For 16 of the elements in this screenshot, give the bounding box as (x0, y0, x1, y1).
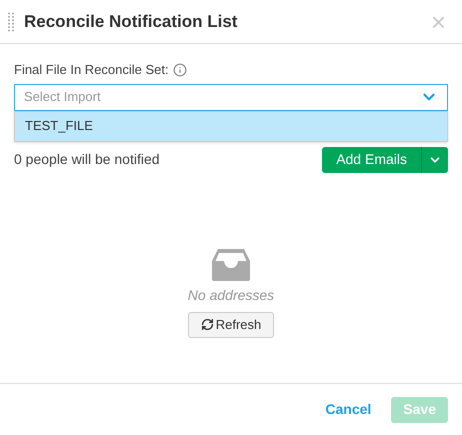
dialog-title: Reconcile Notification List (24, 10, 238, 33)
empty-message: No addresses (188, 286, 274, 304)
import-select[interactable]: Select Import (14, 84, 448, 110)
field-label: Final File In Reconcile Set: (14, 61, 169, 79)
refresh-icon (200, 318, 214, 331)
inbox-icon (212, 248, 250, 280)
select-placeholder: Select Import (24, 88, 101, 106)
add-emails-button[interactable]: Add Emails (322, 146, 421, 172)
drag-handle-icon[interactable] (8, 12, 14, 32)
recipients-summary: 0 people will be notified (14, 150, 160, 169)
close-button[interactable]: × (430, 8, 446, 34)
dropdown-option[interactable]: TEST_FILE (15, 112, 447, 140)
info-icon[interactable] (172, 62, 187, 77)
add-emails-menu-button[interactable] (421, 146, 448, 172)
cancel-link[interactable]: Cancel (319, 399, 378, 420)
refresh-button[interactable]: Refresh (188, 312, 274, 338)
